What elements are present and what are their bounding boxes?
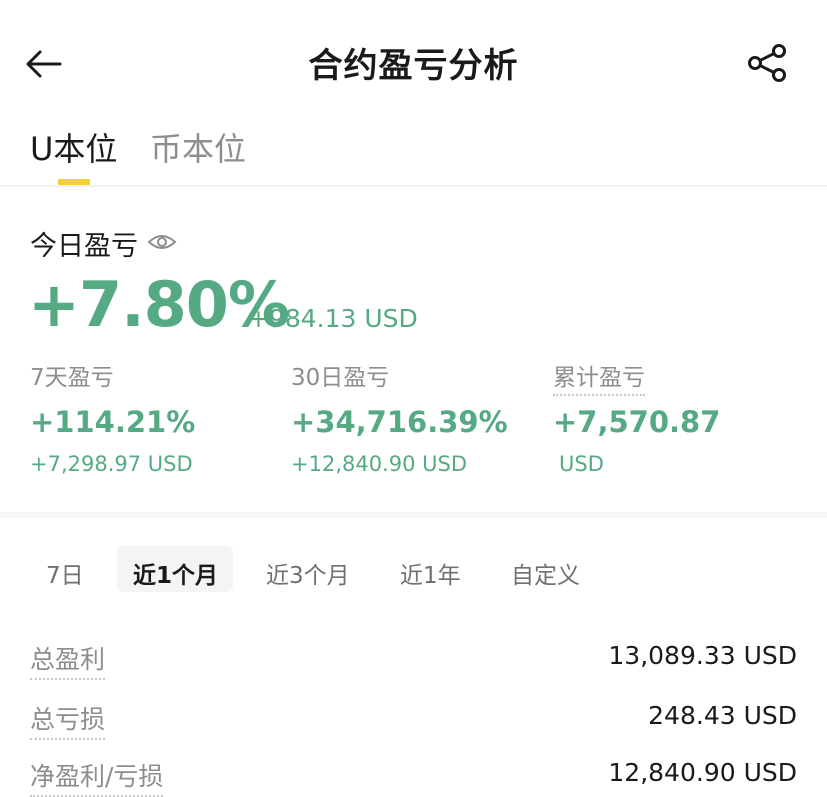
stat-cumulative-value: +7,570.87 (553, 405, 721, 439)
tab-coin-margined[interactable]: 币本位 (150, 124, 246, 170)
total-loss-value: 248.43 USD (648, 701, 797, 730)
period-1y[interactable]: 近1年 (400, 556, 461, 590)
total-loss-label[interactable]: 总亏损 (30, 700, 106, 740)
share-icon (748, 44, 786, 82)
stat-7d-label: 7天盈亏 (30, 365, 114, 391)
stat-30d-percent: +34,716.39% (291, 405, 508, 439)
stat-cumulative-unit: USD (559, 452, 604, 476)
tab-divider (0, 185, 827, 187)
share-button[interactable] (742, 38, 792, 88)
net-pnl-label[interactable]: 净盈利/亏损 (30, 757, 164, 797)
section-divider (0, 512, 827, 518)
net-pnl-value: 12,840.90 USD (608, 758, 797, 787)
total-profit-value: 13,089.33 USD (608, 641, 797, 670)
stat-7d-percent: +114.21% (30, 405, 196, 439)
period-3m[interactable]: 近3个月 (266, 556, 350, 590)
period-custom[interactable]: 自定义 (511, 556, 580, 590)
tab-u-margined[interactable]: U本位 (30, 124, 117, 170)
stat-7d-usd: +7,298.97 USD (30, 452, 193, 476)
today-pnl-usd: +984.13 USD (248, 304, 418, 333)
period-1m[interactable]: 近1个月 (133, 556, 218, 590)
page-title: 合约盈亏分析 (308, 46, 519, 86)
eye-icon[interactable] (147, 229, 177, 255)
period-7d[interactable]: 7日 (46, 556, 84, 590)
stat-cumulative-label[interactable]: 累计盈亏 (553, 358, 645, 396)
stat-30d-label: 30日盈亏 (291, 365, 390, 391)
total-profit-label[interactable]: 总盈利 (30, 640, 106, 680)
today-pnl-label: 今日盈亏 (30, 231, 138, 262)
stat-30d-usd: +12,840.90 USD (291, 452, 468, 476)
